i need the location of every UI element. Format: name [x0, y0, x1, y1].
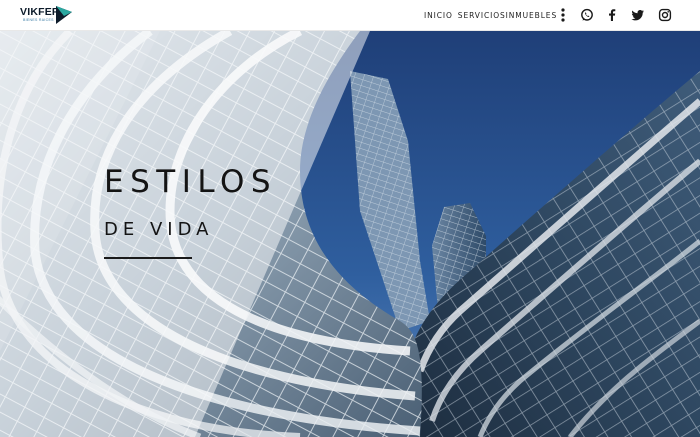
- nav-servicios[interactable]: SERVICIOS: [458, 11, 506, 20]
- facebook-icon[interactable]: [605, 8, 619, 22]
- site-header: VIKFER BIENES RAICES INICIO SERVICIOS IN…: [0, 0, 700, 31]
- nav-inicio[interactable]: INICIO: [424, 11, 453, 20]
- logo[interactable]: VIKFER BIENES RAICES: [20, 4, 76, 26]
- hero-subtitle: DE VIDA: [104, 219, 214, 240]
- instagram-icon[interactable]: [658, 8, 672, 22]
- main-nav: INICIO SERVICIOS INMUEBLES: [424, 9, 557, 21]
- hero-banner: ESTILOS DE VIDA: [0, 31, 700, 437]
- logo-tagline: BIENES RAICES: [23, 18, 54, 22]
- nav-inmuebles[interactable]: INMUEBLES: [506, 11, 557, 20]
- twitter-icon[interactable]: [631, 8, 645, 22]
- kebab-menu-icon[interactable]: [559, 8, 567, 22]
- whatsapp-icon[interactable]: [580, 8, 594, 22]
- hero-title: ESTILOS: [104, 164, 278, 200]
- hero-divider: [104, 257, 192, 259]
- logo-mark-icon: [56, 6, 72, 24]
